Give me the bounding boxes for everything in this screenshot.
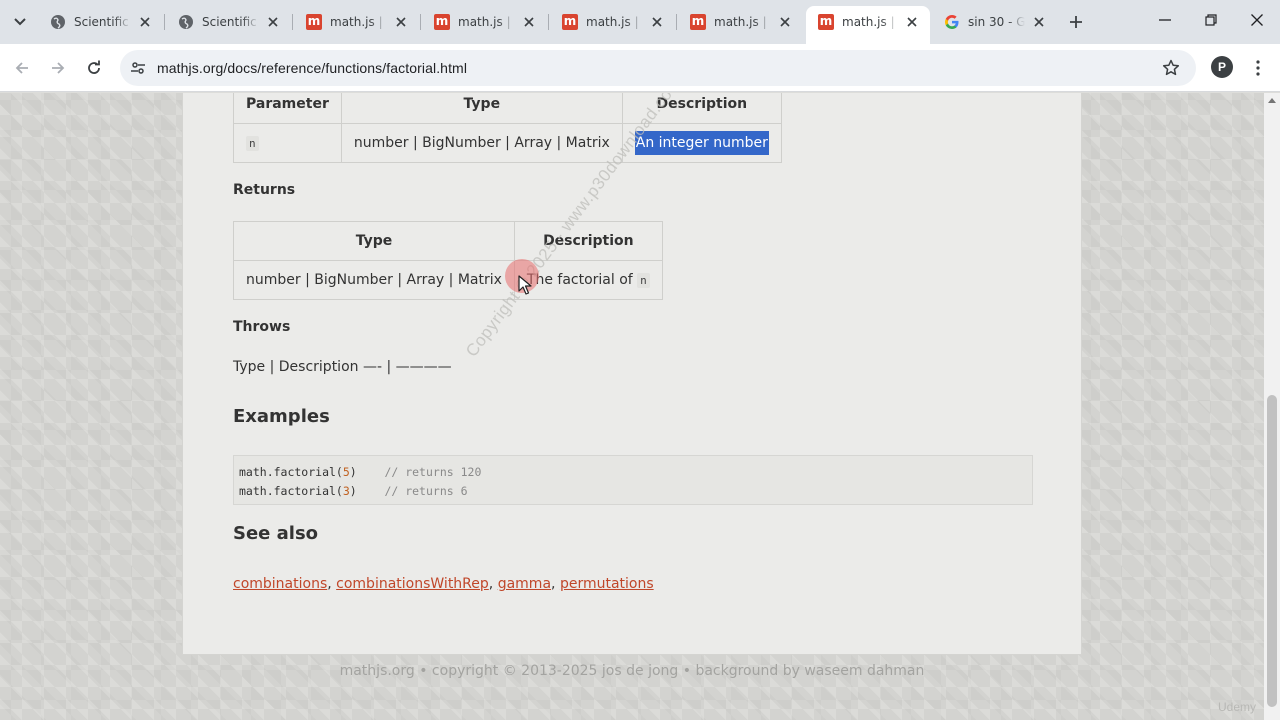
- table-row: number | BigNumber | Array | Matrix The …: [233, 260, 663, 300]
- see-also-links: combinations, combinationsWithRep, gamma…: [233, 576, 654, 592]
- table-header: Type: [233, 221, 515, 261]
- mathjs-logo-icon: m: [434, 14, 450, 30]
- close-tab-icon[interactable]: [137, 14, 153, 30]
- reload-icon: [88, 60, 100, 74]
- arrow-left-icon: [15, 62, 28, 74]
- link-gamma[interactable]: gamma: [498, 576, 551, 592]
- tune-icon: [131, 62, 145, 74]
- tab-title: Scientific C: [74, 15, 131, 29]
- tab-title: math.js | an: [714, 15, 771, 29]
- tab-title: sin 30 - Go: [968, 15, 1025, 29]
- return-code: n: [637, 273, 650, 288]
- browser-menu-button[interactable]: [1246, 54, 1270, 82]
- globe-icon: [178, 14, 194, 30]
- tab-separator: [676, 14, 677, 30]
- parameters-table: Parameter Type Description n number | Bi…: [233, 93, 782, 163]
- google-icon: [944, 14, 960, 30]
- see-also-heading: See also: [233, 523, 319, 544]
- browser-tab[interactable]: m math.js | an: [422, 6, 547, 38]
- profile-avatar[interactable]: P: [1211, 56, 1233, 78]
- site-info-button[interactable]: [126, 56, 150, 80]
- tab-separator: [420, 14, 421, 30]
- browser-tab[interactable]: m math.js | an: [550, 6, 675, 38]
- tab-title: math.js | an: [842, 15, 898, 29]
- udemy-watermark: Udemy: [1217, 700, 1256, 714]
- vertical-scrollbar[interactable]: [1264, 93, 1280, 720]
- code-line: math.factorial(5) // returns 120: [239, 465, 482, 479]
- scrollbar-thumb[interactable]: [1267, 395, 1277, 707]
- restore-button[interactable]: [1188, 0, 1234, 40]
- param-description-selected: An integer number: [634, 131, 769, 155]
- minimize-icon: [1159, 19, 1171, 21]
- param-type: number | BigNumber | Array | Matrix: [340, 123, 623, 163]
- plus-icon: [1070, 16, 1082, 28]
- close-window-button[interactable]: [1234, 0, 1280, 40]
- chevron-down-icon: [14, 18, 26, 26]
- table-header: Parameter: [233, 93, 342, 124]
- returns-table: Type Description number | BigNumber | Ar…: [233, 221, 663, 300]
- forward-button[interactable]: [44, 54, 72, 82]
- tab-strip: Scientific C Scientific C m math.js | an…: [0, 0, 1280, 44]
- tab-title: math.js | an: [586, 15, 643, 29]
- arrow-right-icon: [52, 62, 65, 74]
- bookmark-button[interactable]: [1160, 57, 1182, 79]
- scroll-up-arrow-icon[interactable]: [1268, 98, 1276, 103]
- address-bar[interactable]: mathjs.org/docs/reference/functions/fact…: [120, 50, 1196, 86]
- param-name: n: [246, 136, 259, 151]
- browser-tab[interactable]: m math.js | an: [678, 6, 803, 38]
- restore-icon: [1205, 14, 1217, 26]
- mathjs-logo-icon: m: [562, 14, 578, 30]
- browser-tab[interactable]: Scientific C: [38, 6, 163, 38]
- examples-heading: Examples: [233, 406, 330, 427]
- close-tab-icon[interactable]: [265, 14, 281, 30]
- throws-text: Type | Description —- | ————: [233, 359, 452, 375]
- link-permutations[interactable]: permutations: [560, 576, 654, 592]
- star-icon: [1162, 59, 1180, 76]
- kebab-menu-icon: [1256, 60, 1260, 76]
- tab-search-button[interactable]: [8, 10, 32, 34]
- mathjs-logo-icon: m: [818, 14, 834, 30]
- tab-title: Scientific C: [202, 15, 259, 29]
- page-viewport: Parameter Type Description n number | Bi…: [0, 93, 1264, 720]
- reload-button[interactable]: [80, 54, 108, 82]
- mathjs-logo-icon: m: [306, 14, 322, 30]
- close-icon: [1251, 14, 1263, 26]
- tab-separator: [164, 14, 165, 30]
- page-footer: mathjs.org • copyright © 2013-2025 jos d…: [339, 663, 925, 679]
- tab-separator: [548, 14, 549, 30]
- link-combinations-with-rep[interactable]: combinationsWithRep: [336, 576, 489, 592]
- table-row: n number | BigNumber | Array | Matrix An…: [233, 123, 782, 163]
- return-type: number | BigNumber | Array | Matrix: [233, 260, 515, 300]
- code-line: math.factorial(3) // returns 6: [239, 484, 468, 498]
- close-tab-icon[interactable]: [777, 14, 793, 30]
- tab-separator: [292, 14, 293, 30]
- close-tab-icon[interactable]: [1031, 14, 1047, 30]
- table-header: Type: [340, 93, 623, 124]
- mouse-pointer-icon: [518, 275, 532, 295]
- new-tab-button[interactable]: [1064, 10, 1088, 34]
- browser-tab-active[interactable]: m math.js | an: [806, 6, 930, 44]
- browser-toolbar: mathjs.org/docs/reference/functions/fact…: [0, 44, 1280, 92]
- browser-tab[interactable]: sin 30 - Go: [932, 6, 1057, 38]
- code-example-block: math.factorial(5) // returns 120 math.fa…: [233, 455, 1033, 505]
- url-text: mathjs.org/docs/reference/functions/fact…: [157, 60, 468, 76]
- close-tab-icon[interactable]: [393, 14, 409, 30]
- content-card: Parameter Type Description n number | Bi…: [182, 93, 1082, 655]
- close-tab-icon[interactable]: [649, 14, 665, 30]
- minimize-button[interactable]: [1142, 0, 1188, 40]
- tab-title: math.js | an: [330, 15, 387, 29]
- globe-icon: [50, 14, 66, 30]
- mathjs-logo-icon: m: [690, 14, 706, 30]
- back-button[interactable]: [8, 54, 36, 82]
- link-combinations[interactable]: combinations: [233, 576, 327, 592]
- close-tab-icon[interactable]: [521, 14, 537, 30]
- browser-tab[interactable]: Scientific C: [166, 6, 291, 38]
- close-tab-icon[interactable]: [904, 14, 920, 30]
- browser-tab[interactable]: m math.js | an: [294, 6, 419, 38]
- throws-heading: Throws: [233, 319, 291, 335]
- returns-heading: Returns: [233, 182, 296, 198]
- tab-title: math.js | an: [458, 15, 515, 29]
